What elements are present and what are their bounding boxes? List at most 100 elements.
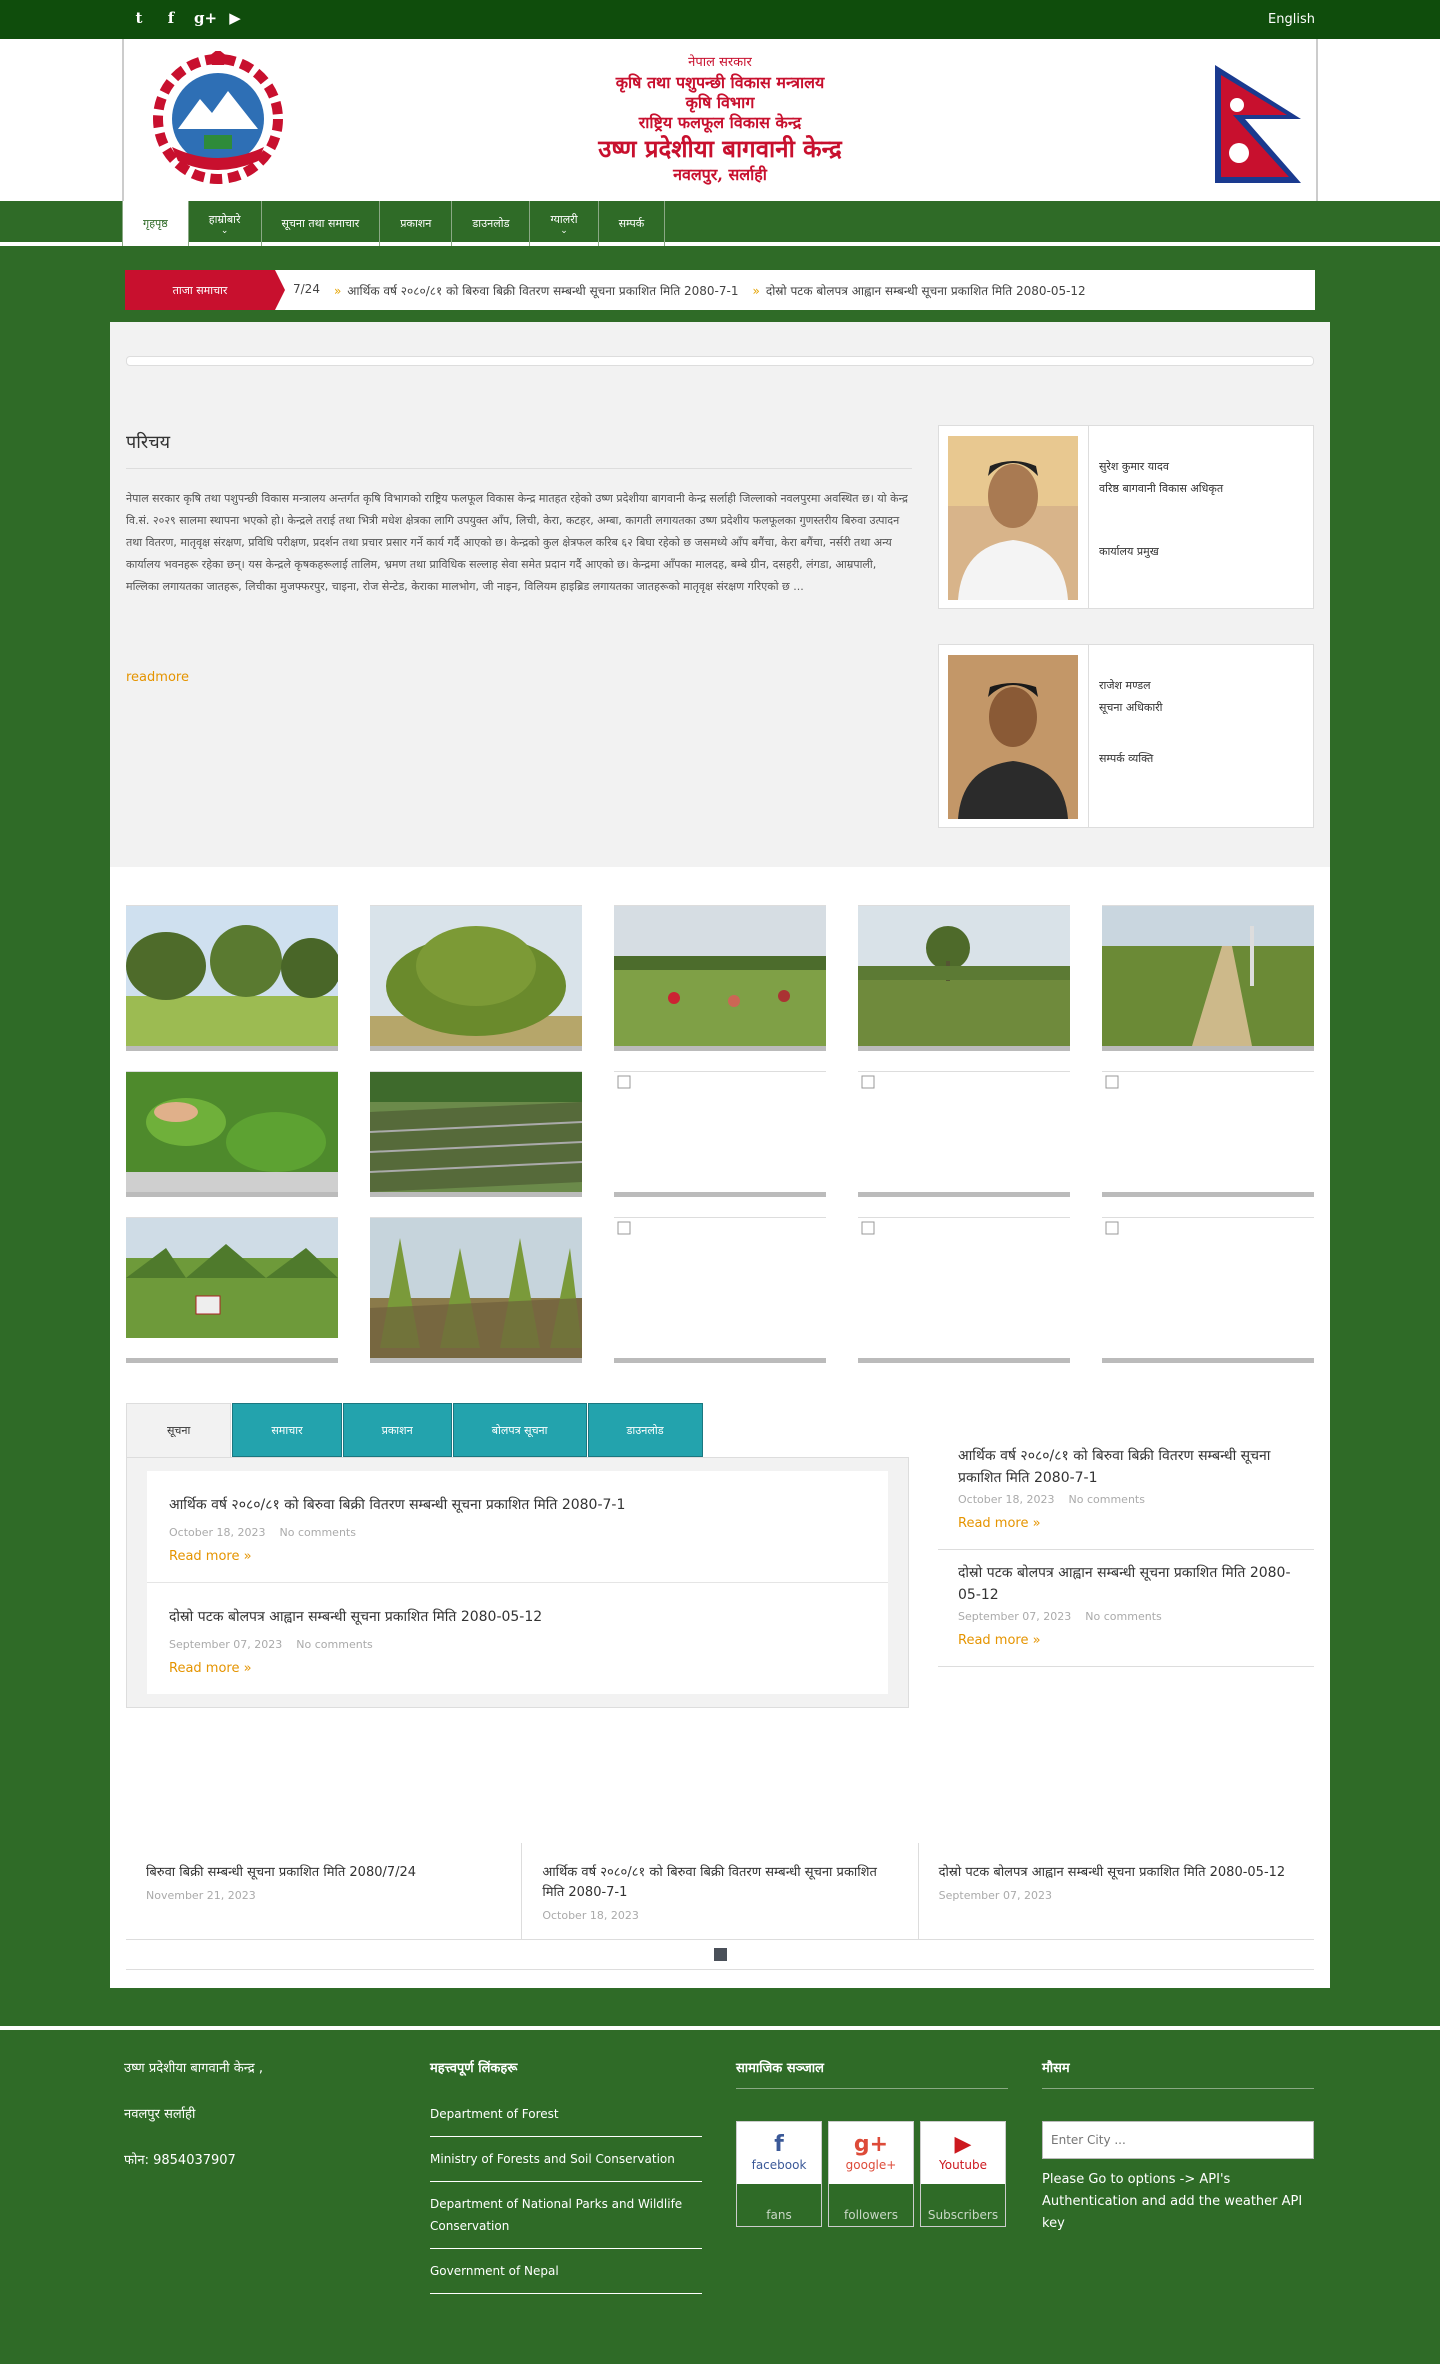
main-content: परिचय नेपाल सरकार कृषि तथा पशुपन्छी विका…: [110, 322, 1330, 1988]
nav-item-notices[interactable]: सूचना तथा समाचार: [262, 201, 381, 246]
footer-link[interactable]: Government of Nepal: [430, 2249, 702, 2294]
staff-card: राजेश मण्डल सूचना अधिकारी सम्पर्क व्यक्त…: [938, 644, 1314, 828]
intro-paragraph: नेपाल सरकार कृषि तथा पशुपन्छी विकास मन्त…: [126, 492, 908, 593]
facebook-icon[interactable]: f: [162, 9, 180, 27]
nav-item-gallery[interactable]: ग्यालरी ⌄: [530, 201, 599, 246]
carousel-item[interactable]: दोस्रो पटक बोलपत्र आह्वान सम्बन्धी सूचना…: [919, 1843, 1314, 1939]
tab-notices[interactable]: सूचना: [126, 1403, 232, 1457]
tab-panel: आर्थिक वर्ष २०८०/८१ को बिरुवा बिक्री वित…: [126, 1457, 909, 1708]
carousel-dot[interactable]: [713, 1948, 727, 1961]
readmore-link[interactable]: readmore: [126, 670, 189, 685]
read-more-link[interactable]: Read more »: [169, 1549, 866, 1564]
post-title[interactable]: दोस्रो पटक बोलपत्र आह्वान सम्बन्धी सूचना…: [169, 1609, 542, 1625]
gallery-image[interactable]: [370, 905, 582, 1051]
site-titles: नेपाल सरकार कृषि तथा पशुपन्छी विकास मन्त…: [124, 53, 1316, 185]
gallery-image[interactable]: [126, 1217, 338, 1363]
gallery-image-broken[interactable]: [858, 1071, 1070, 1197]
gallery-image[interactable]: [614, 905, 826, 1051]
gallery-image-broken[interactable]: [1102, 1217, 1314, 1363]
nav-item-downloads[interactable]: डाउनलोड: [452, 201, 531, 246]
youtube-icon[interactable]: ▶: [226, 9, 244, 27]
carousel-pagination: [126, 1940, 1314, 1970]
staff-info: राजेश मण्डल सूचना अधिकारी: [1099, 675, 1163, 719]
gallery-image-broken[interactable]: [1102, 1071, 1314, 1197]
tab-tenders[interactable]: बोलपत्र सूचना: [452, 1403, 587, 1457]
footer-contact: उष्ण प्रदेशीया बागवानी केन्द्र , नवलपुर …: [124, 2058, 396, 2196]
ticker-item[interactable]: » दोस्रो पटक बोलपत्र आह्वान सम्बन्धी सूचन…: [752, 282, 1085, 299]
social-links: t f g+ ▶: [130, 9, 244, 27]
read-more-link[interactable]: Read more »: [958, 1516, 1294, 1531]
staff-photo: [948, 436, 1078, 600]
post-title[interactable]: आर्थिक वर्ष २०८०/८१ को बिरुवा बिक्री वित…: [169, 1497, 625, 1513]
gallery-image[interactable]: [126, 1071, 338, 1197]
google-plus-counter[interactable]: g+ google+ followers: [828, 2121, 914, 2227]
list-item: दोस्रो पटक बोलपत्र आह्वान सम्बन्धी सूचना…: [147, 1582, 888, 1694]
gallery-image[interactable]: [370, 1071, 582, 1197]
staff-info: सुरेश कुमार यादव वरिष्ठ बागवानी विकास अध…: [1099, 456, 1223, 500]
gallery-image[interactable]: [858, 905, 1070, 1051]
staff-name: राजेश मण्डल: [1099, 679, 1151, 692]
main-nav-bar: गृहपृष्ठ हाम्रोबारे ⌄ सूचना तथा समाचार प्…: [0, 201, 1440, 246]
gallery-image-broken[interactable]: [614, 1217, 826, 1363]
gallery-image-broken[interactable]: [858, 1217, 1070, 1363]
nav-item-about[interactable]: हाम्रोबारे ⌄: [189, 201, 262, 246]
nav-item-publications[interactable]: प्रकाशन: [380, 201, 453, 246]
post-title[interactable]: आर्थिक वर्ष २०८०/८१ को बिरुवा बिक्री वित…: [958, 1445, 1294, 1489]
gallery-image[interactable]: [126, 905, 338, 1051]
tab-publications[interactable]: प्रकाशन: [342, 1403, 452, 1457]
nav-item-contact[interactable]: सम्पर्क: [599, 201, 666, 246]
footer-link[interactable]: Department of Forest: [430, 2092, 702, 2137]
double-chevron-icon: »: [333, 283, 342, 298]
list-item: दोस्रो पटक बोलपत्र आह्वान सम्बन्धी सूचना…: [938, 1550, 1314, 1667]
youtube-icon: ▶: [954, 2132, 972, 2157]
department-name: कृषि विभाग: [685, 93, 755, 112]
footer-phone: फोन: 9854037907: [124, 2153, 236, 2168]
nav-item-home[interactable]: गृहपृष्ठ: [122, 201, 189, 246]
youtube-counter[interactable]: ▶ Youtube Subscribers: [920, 2121, 1006, 2227]
post-meta: September 07, 2023 No comments: [958, 1610, 1162, 1623]
footer-link[interactable]: Department of National Parks and Wildlif…: [430, 2182, 702, 2249]
twitter-icon[interactable]: t: [130, 9, 148, 27]
carousel-date: October 18, 2023: [542, 1909, 639, 1922]
read-more-link[interactable]: Read more »: [169, 1661, 866, 1676]
site-location: नवलपुर, सर्लाही: [673, 165, 767, 184]
intro-section: परिचय नेपाल सरकार कृषि तथा पशुपन्छी विका…: [110, 322, 1330, 867]
carousel-title: बिरुवा बिक्री सम्बन्धी सूचना प्रकाशित मि…: [146, 1865, 417, 1880]
ticker-item[interactable]: 7/24: [293, 282, 320, 299]
footer-weather: मौसम Please Go to options -> API's Authe…: [1042, 2058, 1314, 2235]
tab-news[interactable]: समाचार: [232, 1403, 342, 1457]
double-chevron-icon: »: [752, 283, 760, 298]
staff-role: कार्यालय प्रमुख: [1099, 545, 1159, 558]
side-posts: आर्थिक वर्ष २०८०/८१ को बिरुवा बिक्री वित…: [938, 1433, 1314, 1667]
govt-name: नेपाल सरकार: [688, 55, 752, 70]
social-counters: f facebook fans g+ google+ followers ▶ Yout…: [736, 2121, 1008, 2227]
read-more-link[interactable]: Read more »: [958, 1633, 1294, 1648]
weather-note: Please Go to options -> API's Authentica…: [1042, 2172, 1303, 2231]
ticker-item[interactable]: » आर्थिक वर्ष २०८०/८१ को बिरुवा बिक्री वि…: [334, 282, 739, 299]
carousel-item[interactable]: आर्थिक वर्ष २०८०/८१ को बिरुवा बिक्री वित…: [522, 1843, 919, 1939]
post-title[interactable]: दोस्रो पटक बोलपत्र आह्वान सम्बन्धी सूचना…: [958, 1562, 1294, 1606]
list-item: आर्थिक वर्ष २०८०/८१ को बिरुवा बिक्री वित…: [938, 1433, 1314, 1550]
chevron-down-icon: ⌄: [220, 226, 229, 236]
google-plus-icon[interactable]: g+: [194, 9, 217, 27]
intro-heading: परिचय: [126, 430, 912, 469]
staff-role: सम्पर्क व्यक्ति: [1099, 752, 1154, 765]
site-header: नेपाल सरकार कृषि तथा पशुपन्छी विकास मन्त…: [0, 39, 1440, 201]
ticker-label: ताजा समाचार: [125, 270, 285, 310]
gallery-image[interactable]: [1102, 905, 1314, 1051]
footer-location: नवलपुर सर्लाही: [124, 2107, 196, 2122]
gallery-image[interactable]: [370, 1217, 582, 1363]
language-switch[interactable]: English: [1268, 12, 1315, 27]
gallery-image-broken[interactable]: [614, 1071, 826, 1197]
tab-downloads[interactable]: डाउनलोड: [587, 1403, 703, 1457]
city-input[interactable]: [1042, 2121, 1314, 2159]
chevron-down-icon: ⌄: [560, 226, 568, 236]
staff-post: वरिष्ठ बागवानी विकास अधिकृत: [1099, 482, 1224, 495]
footer-link[interactable]: Ministry of Forests and Soil Conservatio…: [430, 2137, 702, 2182]
list-item: आर्थिक वर्ष २०८०/८१ को बिरुवा बिक्री वित…: [147, 1471, 888, 1582]
carousel-item[interactable]: बिरुवा बिक्री सम्बन्धी सूचना प्रकाशित मि…: [126, 1843, 523, 1939]
nepal-flag-image: [1215, 65, 1301, 183]
facebook-counter[interactable]: f facebook fans: [736, 2121, 822, 2227]
ticker-items: 7/24 » आर्थिक वर्ष २०८०/८१ को बिरुवा बिक्…: [275, 282, 1086, 299]
main-nav: गृहपृष्ठ हाम्रोबारे ⌄ सूचना तथा समाचार प्…: [122, 201, 1318, 246]
